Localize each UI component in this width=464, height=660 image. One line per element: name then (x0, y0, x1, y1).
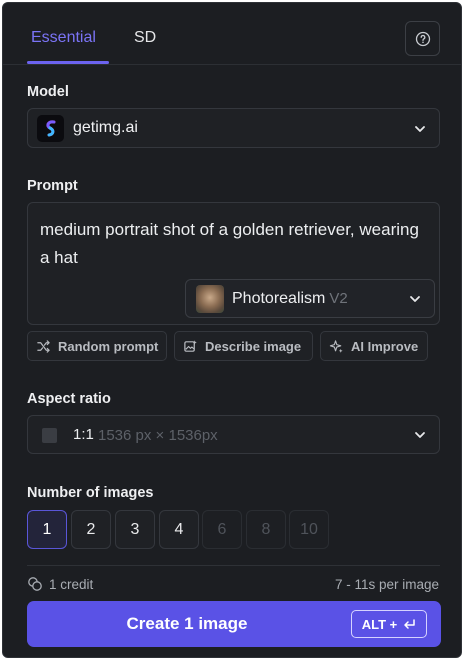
prompt-label: Prompt (27, 178, 78, 194)
chevron-down-icon (415, 432, 425, 438)
create-image-label: Create 1 image (126, 614, 248, 633)
model-select[interactable]: getimg.ai (27, 108, 440, 148)
random-prompt-button[interactable]: Random prompt (27, 331, 167, 361)
active-tab-indicator (27, 61, 109, 64)
tab-essential[interactable]: Essential (31, 29, 96, 47)
style-select[interactable]: Photorealism V2 (185, 279, 435, 318)
style-thumbnail (196, 285, 224, 313)
keyboard-shortcut: ALT + (351, 610, 427, 638)
generator-panel: Essential SD Model getimg.ai Prompt medi (2, 2, 462, 658)
ai-improve-label: AI Improve (351, 338, 419, 354)
coins-icon (28, 577, 42, 591)
model-label: Model (27, 84, 69, 100)
sparkle-icon (329, 339, 343, 353)
prompt-text[interactable]: medium portrait shot of a golden retriev… (40, 216, 420, 272)
help-icon (415, 31, 430, 46)
style-version: V2 (329, 290, 348, 307)
tab-bar: Essential SD (3, 3, 461, 65)
model-value: getimg.ai (73, 119, 138, 136)
chevron-down-icon (415, 126, 425, 132)
image-count-8: 8 (246, 510, 286, 549)
help-button[interactable] (405, 21, 440, 56)
describe-image-label: Describe image (205, 338, 302, 354)
shortcut-text: ALT + (361, 616, 398, 632)
image-count-10: 10 (289, 510, 329, 549)
create-image-button[interactable]: Create 1 image ALT + (27, 601, 441, 647)
image-count-4[interactable]: 4 (159, 510, 199, 549)
chevron-down-icon (410, 296, 420, 302)
tab-sd[interactable]: SD (134, 29, 156, 47)
style-name: Photorealism (232, 290, 326, 307)
image-count-6: 6 (202, 510, 242, 549)
aspect-ratio-select[interactable]: 1:1 1536 px × 1536px (27, 415, 440, 454)
square-ratio-icon (42, 428, 57, 443)
image-count-1[interactable]: 1 (27, 510, 67, 549)
describe-image-button[interactable]: Describe image (174, 331, 313, 361)
number-of-images-label: Number of images (27, 485, 154, 501)
aspect-ratio-label: Aspect ratio (27, 391, 111, 407)
enter-key-icon (404, 618, 415, 629)
ai-improve-button[interactable]: AI Improve (320, 331, 428, 361)
image-count-3[interactable]: 3 (115, 510, 155, 549)
random-prompt-label: Random prompt (58, 338, 159, 354)
prompt-textarea[interactable]: medium portrait shot of a golden retriev… (27, 202, 440, 325)
credit-cost: 1 credit (27, 576, 93, 592)
footer-divider (27, 565, 440, 566)
credit-text: 1 credit (49, 576, 94, 592)
aspect-ratio-value: 1:1 (73, 426, 94, 443)
shuffle-icon (37, 339, 50, 353)
image-count-2[interactable]: 2 (71, 510, 111, 549)
time-estimate: 7 - 11s per image (334, 577, 439, 592)
image-describe-icon (184, 339, 197, 352)
getimg-logo-icon (37, 115, 64, 142)
aspect-dimensions: 1536 px × 1536px (98, 427, 218, 444)
